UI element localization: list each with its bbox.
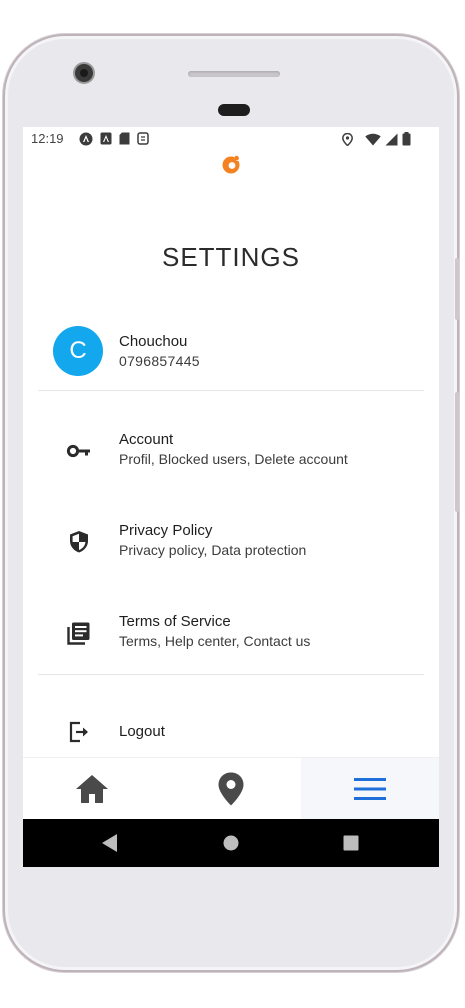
divider	[38, 390, 424, 391]
profile-card[interactable]: C Chouchou 0796857445	[23, 317, 439, 387]
a-icon	[100, 132, 112, 145]
menu-item-title: Privacy Policy	[119, 522, 213, 539]
android-navigation-bar	[23, 819, 439, 867]
nav-home[interactable]	[23, 758, 161, 820]
profile-name: Chouchou	[119, 333, 188, 350]
logout-icon	[69, 721, 88, 743]
power-button	[455, 258, 459, 320]
divider	[38, 674, 424, 675]
signal-icon	[385, 133, 398, 145]
profile-phone: 0796857445	[119, 353, 200, 369]
location-icon	[342, 132, 353, 146]
speaker-grill	[188, 71, 280, 77]
menu-item-subtitle: Privacy policy, Data protection	[119, 542, 307, 558]
menu-icon	[354, 778, 386, 800]
status-bar: 12:19	[23, 127, 439, 151]
menu-item-subtitle: Terms, Help center, Contact us	[119, 633, 311, 649]
menu-item-logout[interactable]: Logout	[23, 717, 439, 761]
status-time: 12:19	[31, 131, 64, 146]
nav-settings[interactable]	[301, 758, 439, 820]
status-system-icons	[342, 132, 411, 146]
battery-icon	[402, 132, 411, 146]
angular-icon	[79, 132, 93, 146]
bottom-navigation	[23, 757, 439, 820]
articles-icon	[67, 622, 90, 645]
menu-item-title: Terms of Service	[119, 613, 231, 630]
recents-icon[interactable]	[342, 833, 360, 853]
wifi-icon	[365, 133, 381, 145]
sync-icon	[137, 132, 149, 145]
avatar: C	[53, 326, 103, 376]
nav-map[interactable]	[162, 758, 300, 820]
app-logo	[222, 155, 240, 174]
status-notification-icons	[79, 132, 149, 146]
menu-item-terms-of-service[interactable]: Terms of Service Terms, Help center, Con…	[23, 608, 439, 668]
menu-item-title: Account	[119, 431, 174, 448]
screen: 12:19 SETTINGS C Chouchou 0796857445 Acc…	[23, 127, 439, 867]
page-title: SETTINGS	[161, 242, 300, 272]
menu-item-title: Logout	[119, 723, 165, 740]
home-icon	[76, 775, 108, 803]
back-icon[interactable]	[101, 833, 119, 853]
front-camera	[75, 64, 93, 82]
sd-card-icon	[119, 132, 130, 145]
proximity-sensor	[218, 104, 250, 116]
volume-button	[455, 392, 459, 512]
menu-item-account[interactable]: Account Profil, Blocked users, Delete ac…	[23, 426, 439, 486]
menu-item-subtitle: Profil, Blocked users, Delete account	[119, 451, 348, 467]
shield-icon	[70, 531, 88, 553]
location-pin-icon	[218, 772, 244, 806]
key-icon	[66, 444, 90, 458]
home-circle-icon[interactable]	[222, 833, 240, 853]
menu-item-privacy-policy[interactable]: Privacy Policy Privacy policy, Data prot…	[23, 517, 439, 577]
